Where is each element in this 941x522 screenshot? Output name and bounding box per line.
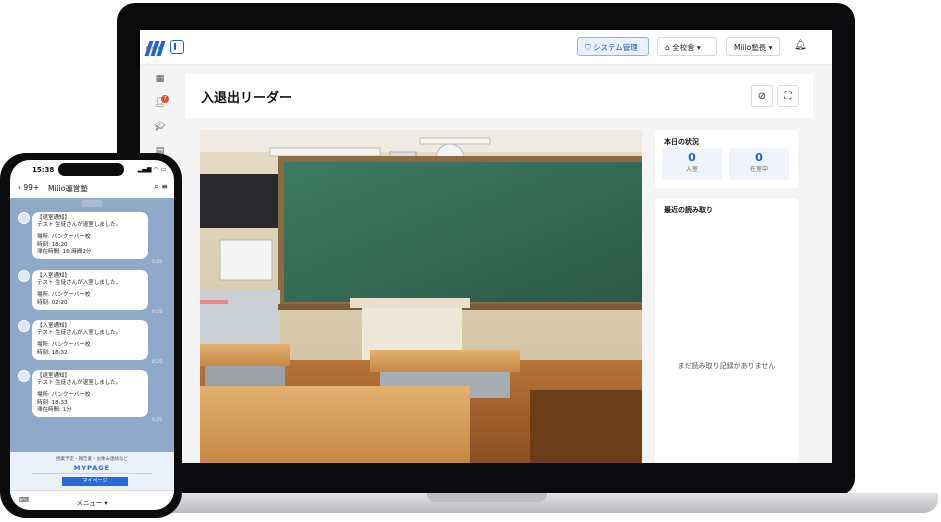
avatar bbox=[18, 212, 30, 224]
menu-button[interactable]: メニュー ▾ bbox=[10, 497, 174, 507]
message-line: 滞在時間: 1分 bbox=[37, 406, 72, 413]
message-time: 0:25 bbox=[152, 360, 163, 365]
fullscreen-icon: ⛶ bbox=[784, 91, 792, 102]
unread-count: 99+ bbox=[23, 183, 40, 192]
message-line: 時刻: 02:20 bbox=[37, 299, 68, 306]
message-bubble[interactable]: 【入室通知】 テスト 生徒さんが入室しました。 場所: バンクーバー校 時刻: … bbox=[32, 270, 148, 310]
entered-label: 入室 bbox=[685, 166, 698, 173]
top-bar: ⛉ システム管理 ⌂ 全校舎 ▾ Miiio塾長 ▾ 🔔︎ bbox=[140, 30, 832, 65]
bell-icon[interactable]: 🔔︎ bbox=[794, 40, 807, 51]
present-count: 0 bbox=[755, 151, 763, 164]
camera-feed bbox=[200, 130, 642, 463]
menu-icon[interactable]: ≡ bbox=[161, 182, 168, 191]
message-line: テスト 生徒さんが退室しました。 bbox=[37, 380, 122, 387]
today-status-title: 本日の状況 bbox=[664, 138, 699, 146]
message-bubble[interactable]: 【退室通知】 テスト 生徒さんが退室しました。 場所: バンクーバー校 時刻: … bbox=[32, 212, 148, 260]
mypage-button[interactable]: マイページ bbox=[62, 477, 128, 486]
chat-body: 【退室通知】 テスト 生徒さんが退室しました。 場所: バンクーバー校 時刻: … bbox=[10, 198, 174, 448]
recent-scans-title: 最近の読み取り bbox=[664, 206, 713, 214]
user-menu-label: Miiio塾長 bbox=[734, 43, 767, 52]
message-bubble[interactable]: 【入室通知】 テスト 生徒さんが入室しました。 場所: バンクーバー校 時刻: … bbox=[32, 320, 148, 360]
dynamic-island bbox=[58, 163, 124, 176]
today-status-card: 本日の状況 0 入室 0 在室中 bbox=[655, 130, 798, 188]
avatar bbox=[18, 270, 30, 282]
sidebar-toggle-icon[interactable] bbox=[170, 40, 184, 54]
system-admin-label: システム管理 bbox=[593, 43, 638, 52]
home-icon: ⌂ bbox=[665, 43, 670, 52]
clock: 15:38 bbox=[32, 166, 55, 174]
date-pill bbox=[81, 200, 103, 207]
system-admin-button[interactable]: ⛉ システム管理 bbox=[577, 37, 649, 56]
page-header: 入退出リーダー ⊘ ⛶ bbox=[185, 74, 813, 118]
avatar bbox=[18, 370, 30, 382]
phone-screen: 15:38 ▂▄▆ ◠ ▭ ‹ 99+ Miiio運営塾 ⌕ ≡ 【退室通知】 … bbox=[10, 160, 174, 510]
message-line: 時刻: 18:33 bbox=[37, 399, 68, 406]
present-stat: 0 在室中 bbox=[729, 148, 789, 180]
message-time: 0:25 bbox=[152, 418, 163, 423]
campus-select[interactable]: ⌂ 全校舎 ▾ bbox=[657, 37, 717, 56]
message-line: 時刻: 18:20 bbox=[37, 241, 68, 248]
message-line: 場所: バンクーバー校 bbox=[37, 342, 91, 349]
notification-badge: 7 bbox=[161, 95, 169, 103]
shield-icon: ⛉ bbox=[585, 43, 591, 52]
message-line: 場所: バンクーバー校 bbox=[37, 392, 91, 399]
grid-icon[interactable]: ▦ bbox=[150, 74, 170, 98]
classroom-image bbox=[200, 130, 642, 463]
message-line: 場所: バンクーバー校 bbox=[37, 292, 91, 299]
header-icons: ⌕ ≡ bbox=[154, 182, 168, 192]
mypage-title: MYPAGE bbox=[73, 464, 111, 472]
message-line: 時刻: 18:32 bbox=[37, 349, 68, 356]
users-icon[interactable]: 👤︎ 7 bbox=[150, 95, 170, 122]
present-label: 在室中 bbox=[749, 166, 768, 173]
message-line: 滞在時間: 16 時間2分 bbox=[37, 248, 92, 255]
recent-scans-card: 最近の読み取り まだ読み取り記録がありません bbox=[655, 198, 798, 463]
signal-icon: ▂▄▆ ◠ ▭ bbox=[137, 166, 166, 173]
back-button[interactable]: ‹ 99+ bbox=[18, 183, 39, 192]
campus-select-label: 全校舎 bbox=[672, 43, 695, 52]
chat-header: ‹ 99+ Miiio運営塾 ⌕ ≡ bbox=[10, 178, 174, 198]
camera-off-icon: ⊘ bbox=[757, 91, 767, 102]
message-line: テスト 生徒さんが退室しました。 bbox=[37, 222, 122, 229]
graduation-cap-icon[interactable]: 🎓︎ bbox=[150, 122, 170, 146]
mypage-banner: 授業予定・報告書・お休み連絡など MYPAGE マイページ bbox=[10, 452, 174, 492]
avatar bbox=[18, 320, 30, 332]
laptop-notch bbox=[427, 493, 547, 502]
laptop-screen: ⛉ システム管理 ⌂ 全校舎 ▾ Miiio塾長 ▾ 🔔︎ ▦ 👤︎ 7 🎓︎ ▤… bbox=[140, 30, 832, 463]
page-title: 入退出リーダー bbox=[201, 91, 293, 106]
camera-switch-button[interactable]: ⊘ bbox=[751, 85, 773, 107]
app-logo[interactable] bbox=[144, 41, 168, 57]
message-line: 場所: バンクーバー校 bbox=[37, 234, 91, 241]
channel-name: Miiio運営塾 bbox=[48, 184, 88, 193]
entered-count: 0 bbox=[688, 151, 696, 164]
fullscreen-button[interactable]: ⛶ bbox=[777, 85, 799, 107]
message-line: テスト 生徒さんが入室しました。 bbox=[37, 280, 122, 287]
message-time: 0:25 bbox=[152, 260, 163, 265]
divider bbox=[32, 473, 152, 474]
search-icon[interactable]: ⌕ bbox=[154, 182, 158, 191]
bottom-menu-bar: ⌨ メニュー ▾ bbox=[10, 490, 174, 510]
empty-message: まだ読み取り記録がありません bbox=[677, 362, 776, 370]
message-time: 0:25 bbox=[152, 310, 163, 315]
chevron-down-icon: ▾ bbox=[768, 43, 773, 52]
user-menu[interactable]: Miiio塾長 ▾ bbox=[726, 37, 780, 56]
mypage-caption: 授業予定・報告書・お休み連絡など bbox=[56, 457, 128, 462]
entered-stat: 0 入室 bbox=[662, 148, 722, 180]
chevron-down-icon: ▾ bbox=[697, 43, 701, 52]
message-line: テスト 生徒さんが入室しました。 bbox=[37, 330, 122, 337]
message-bubble[interactable]: 【退室通知】 テスト 生徒さんが退室しました。 場所: バンクーバー校 時刻: … bbox=[32, 370, 148, 418]
